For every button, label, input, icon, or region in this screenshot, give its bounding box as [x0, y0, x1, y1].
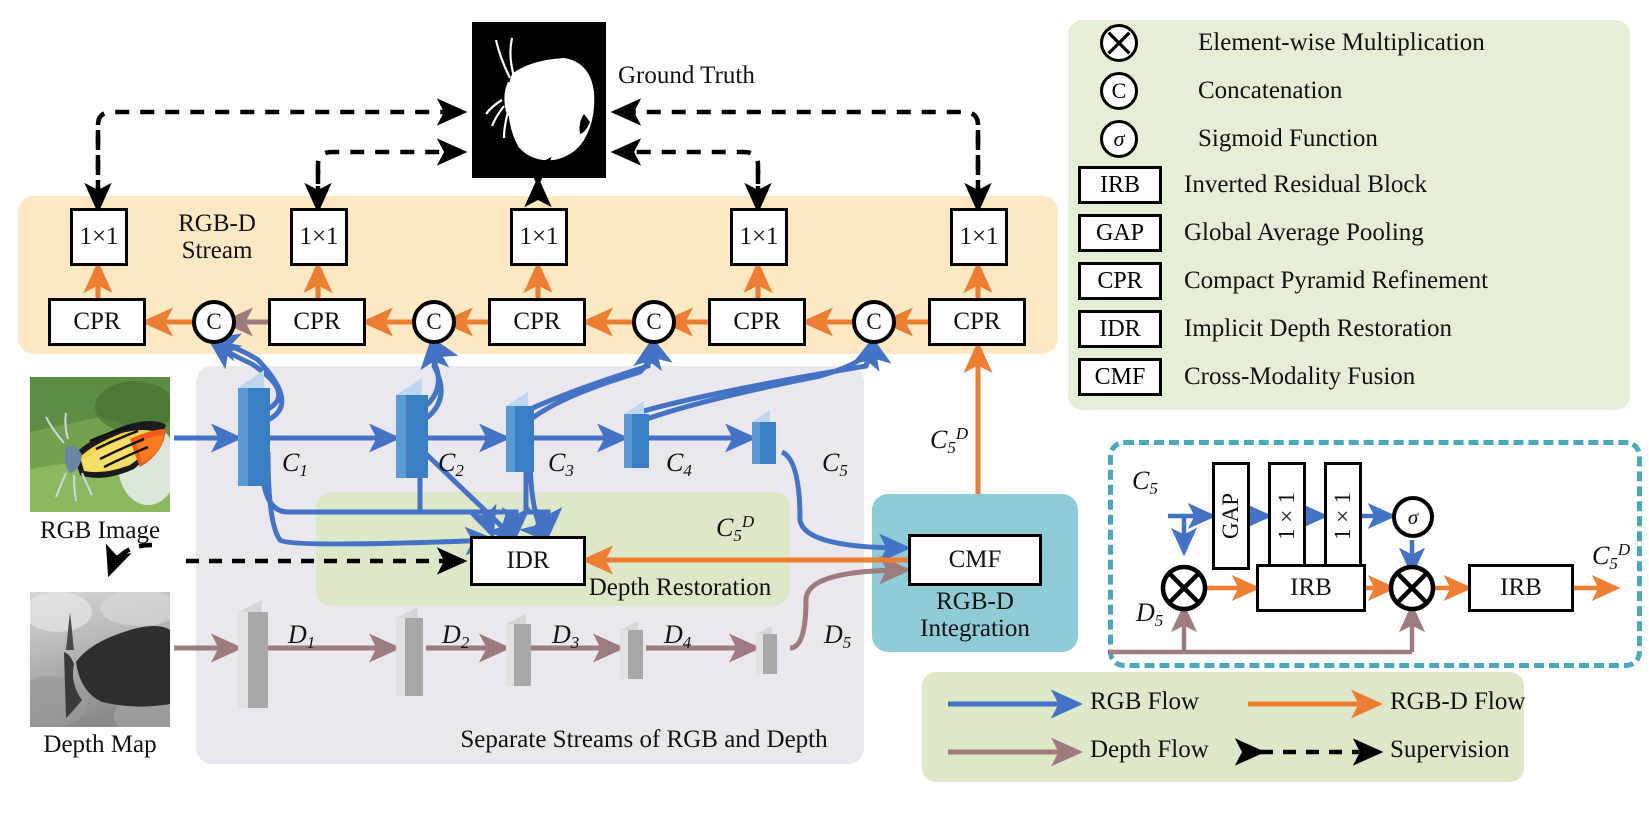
flow-legend-label-rgb: RGB Flow: [1090, 688, 1200, 715]
flow-legend-label-depth: Depth Flow: [1090, 736, 1209, 763]
flow-legend-label-supervision: Supervision: [1390, 736, 1510, 763]
flow-legend-label-rgbd: RGB-D Flow: [1390, 688, 1526, 715]
